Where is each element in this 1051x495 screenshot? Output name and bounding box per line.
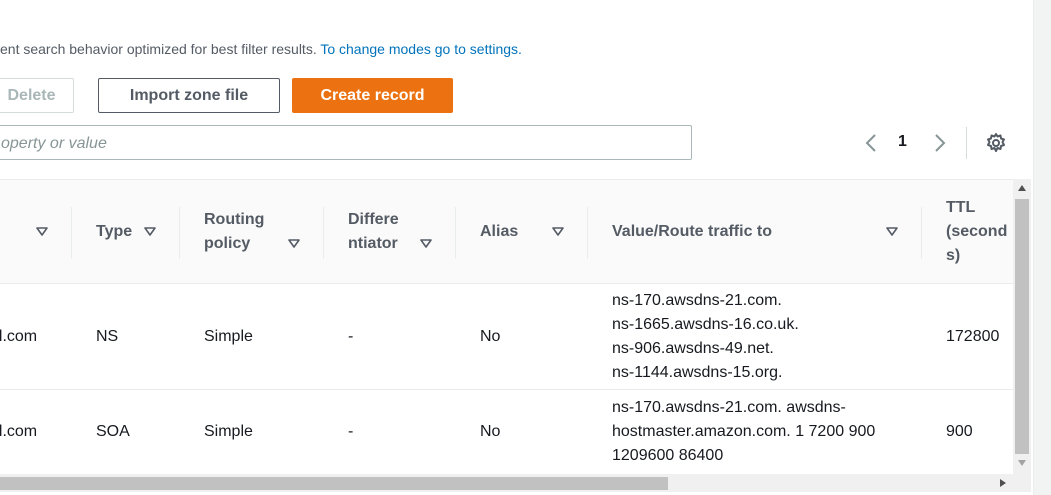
record-name[interactable]: al.com xyxy=(0,325,37,349)
search-mode-text: ent search behavior optimized for best f… xyxy=(0,41,317,57)
column-header-differentiator[interactable]: Differe ntiator xyxy=(324,180,455,284)
delete-button[interactable]: Delete xyxy=(0,78,74,113)
sort-caret-icon[interactable] xyxy=(420,239,432,249)
pager-divider xyxy=(966,127,967,159)
scroll-right-icon[interactable] xyxy=(1000,479,1006,487)
records-table: Type Routing policy Differe ntiator Alia… xyxy=(0,179,1013,474)
page-edge xyxy=(1033,0,1051,495)
change-modes-link[interactable]: To change modes go to settings. xyxy=(320,41,522,57)
column-header-ttl[interactable]: TTL (second s) xyxy=(922,180,1013,284)
horizontal-scroll-thumb[interactable] xyxy=(0,477,668,490)
record-alias: No xyxy=(480,423,501,440)
sort-caret-icon[interactable] xyxy=(144,227,156,237)
sort-caret-icon[interactable] xyxy=(288,239,300,249)
table-row[interactable]: al.com NS Simple - No ns-170.awsdns-21.c… xyxy=(0,284,1013,390)
next-page-icon[interactable] xyxy=(930,131,950,155)
record-value: ns-170.awsdns-21.com. awsdns- hostmaster… xyxy=(612,399,876,464)
search-mode-info: ent search behavior optimized for best f… xyxy=(0,41,522,57)
sort-caret-icon[interactable] xyxy=(36,227,48,237)
sort-caret-icon[interactable] xyxy=(552,227,564,237)
gear-icon[interactable] xyxy=(984,131,1008,155)
current-page-number[interactable]: 1 xyxy=(898,133,907,151)
table-row[interactable]: al.com SOA Simple - No ns-170.awsdns-21.… xyxy=(0,390,1013,474)
record-differentiator: - xyxy=(348,423,354,440)
record-alias: No xyxy=(480,328,501,345)
scroll-down-icon[interactable] xyxy=(1018,460,1026,466)
record-routing-policy: Simple xyxy=(204,423,253,440)
records-panel: ent search behavior optimized for best f… xyxy=(0,0,1033,495)
record-routing-policy: Simple xyxy=(204,328,253,345)
column-header-alias[interactable]: Alias xyxy=(456,180,587,284)
record-ttl: 172800 xyxy=(946,328,1000,345)
search-box xyxy=(0,125,697,161)
record-name[interactable]: al.com xyxy=(0,420,37,444)
record-type: SOA xyxy=(96,423,130,440)
column-header-value[interactable]: Value/Route traffic to xyxy=(588,180,921,284)
import-zone-file-button[interactable]: Import zone file xyxy=(98,78,280,113)
search-input[interactable] xyxy=(0,126,697,161)
table-header: Type Routing policy Differe ntiator Alia… xyxy=(0,179,1013,284)
create-record-button[interactable]: Create record xyxy=(292,78,453,113)
vertical-scrollbar[interactable] xyxy=(1013,179,1031,474)
vertical-scroll-thumb[interactable] xyxy=(1015,199,1029,454)
record-type: NS xyxy=(96,328,119,345)
scroll-up-icon[interactable] xyxy=(1018,185,1026,191)
record-ttl: 900 xyxy=(946,423,973,440)
horizontal-scrollbar[interactable] xyxy=(0,474,1031,492)
previous-page-icon[interactable] xyxy=(861,131,881,155)
record-value: ns-170.awsdns-21.com. ns-1665.awsdns-16.… xyxy=(612,292,799,381)
column-header-type[interactable]: Type xyxy=(72,180,179,284)
column-header-name[interactable] xyxy=(0,180,72,284)
column-header-routing-policy[interactable]: Routing policy xyxy=(180,180,323,284)
sort-caret-icon[interactable] xyxy=(886,227,898,237)
record-differentiator: - xyxy=(348,328,354,345)
